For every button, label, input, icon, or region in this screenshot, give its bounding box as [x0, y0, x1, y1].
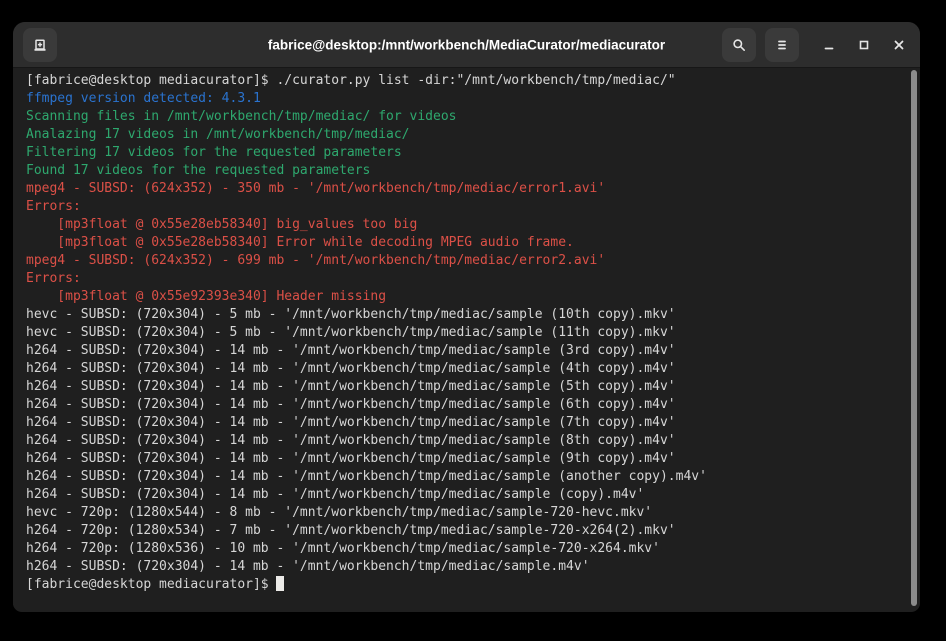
terminal-line: [mp3float @ 0x55e28eb58340] Error while … [26, 234, 900, 252]
terminal-line: hevc - 720p: (1280x544) - 8 mb - '/mnt/w… [26, 504, 900, 522]
terminal-line: Analazing 17 videos in /mnt/workbench/tm… [26, 126, 900, 144]
terminal-line: mpeg4 - SUBSD: (624x352) - 350 mb - '/mn… [26, 180, 900, 198]
terminal-line: h264 - SUBSD: (720x304) - 14 mb - '/mnt/… [26, 486, 900, 504]
terminal-line: h264 - SUBSD: (720x304) - 14 mb - '/mnt/… [26, 414, 900, 432]
terminal-line: h264 - 720p: (1280x534) - 7 mb - '/mnt/w… [26, 522, 900, 540]
window-title: fabrice@desktop:/mnt/workbench/MediaCura… [268, 37, 665, 52]
terminal-line: mpeg4 - SUBSD: (624x352) - 699 mb - '/mn… [26, 252, 900, 270]
terminal-line: ffmpeg version detected: 4.3.1 [26, 90, 900, 108]
terminal-line: h264 - SUBSD: (720x304) - 14 mb - '/mnt/… [26, 558, 900, 576]
terminal-line: h264 - SUBSD: (720x304) - 14 mb - '/mnt/… [26, 378, 900, 396]
close-button[interactable] [886, 28, 912, 62]
terminal-line: hevc - SUBSD: (720x304) - 5 mb - '/mnt/w… [26, 324, 900, 342]
terminal-screen[interactable]: [fabrice@desktop mediacurator]$ ./curato… [13, 68, 920, 611]
new-tab-icon [32, 37, 48, 53]
menu-button[interactable] [765, 28, 799, 62]
terminal-line: h264 - SUBSD: (720x304) - 14 mb - '/mnt/… [26, 450, 900, 468]
search-icon [731, 37, 747, 53]
minimize-button[interactable] [816, 28, 842, 62]
close-icon [891, 37, 907, 53]
terminal-line: h264 - SUBSD: (720x304) - 14 mb - '/mnt/… [26, 432, 900, 450]
terminal-line: Errors: [26, 198, 900, 216]
text-cursor [276, 576, 284, 591]
terminal-line: Filtering 17 videos for the requested pa… [26, 144, 900, 162]
titlebar[interactable]: fabrice@desktop:/mnt/workbench/MediaCura… [13, 22, 920, 68]
terminal-line: Scanning files in /mnt/workbench/tmp/med… [26, 108, 900, 126]
terminal-line: h264 - SUBSD: (720x304) - 14 mb - '/mnt/… [26, 360, 900, 378]
terminal-line: hevc - SUBSD: (720x304) - 5 mb - '/mnt/w… [26, 306, 900, 324]
maximize-icon [856, 37, 872, 53]
search-button[interactable] [722, 28, 756, 62]
terminal-line: [mp3float @ 0x55e92393e340] Header missi… [26, 288, 900, 306]
terminal-line: [fabrice@desktop mediacurator]$ ./curato… [26, 72, 900, 90]
scrollbar[interactable] [910, 68, 918, 611]
scrollbar-thumb[interactable] [911, 70, 917, 606]
terminal-line: [mp3float @ 0x55e28eb58340] big_values t… [26, 216, 900, 234]
minimize-icon [821, 37, 837, 53]
terminal-line: h264 - 720p: (1280x536) - 10 mb - '/mnt/… [26, 540, 900, 558]
terminal-line: h264 - SUBSD: (720x304) - 14 mb - '/mnt/… [26, 396, 900, 414]
terminal-line: h264 - SUBSD: (720x304) - 14 mb - '/mnt/… [26, 342, 900, 360]
new-tab-button[interactable] [23, 28, 57, 62]
titlebar-controls [722, 28, 912, 62]
terminal-output: [fabrice@desktop mediacurator]$ ./curato… [26, 72, 900, 594]
terminal-line: Errors: [26, 270, 900, 288]
maximize-button[interactable] [851, 28, 877, 62]
terminal-line: Found 17 videos for the requested parame… [26, 162, 900, 180]
terminal-line: [fabrice@desktop mediacurator]$ [26, 576, 900, 594]
terminal-window: fabrice@desktop:/mnt/workbench/MediaCura… [13, 22, 920, 612]
terminal-line: h264 - SUBSD: (720x304) - 14 mb - '/mnt/… [26, 468, 900, 486]
hamburger-menu-icon [774, 37, 790, 53]
